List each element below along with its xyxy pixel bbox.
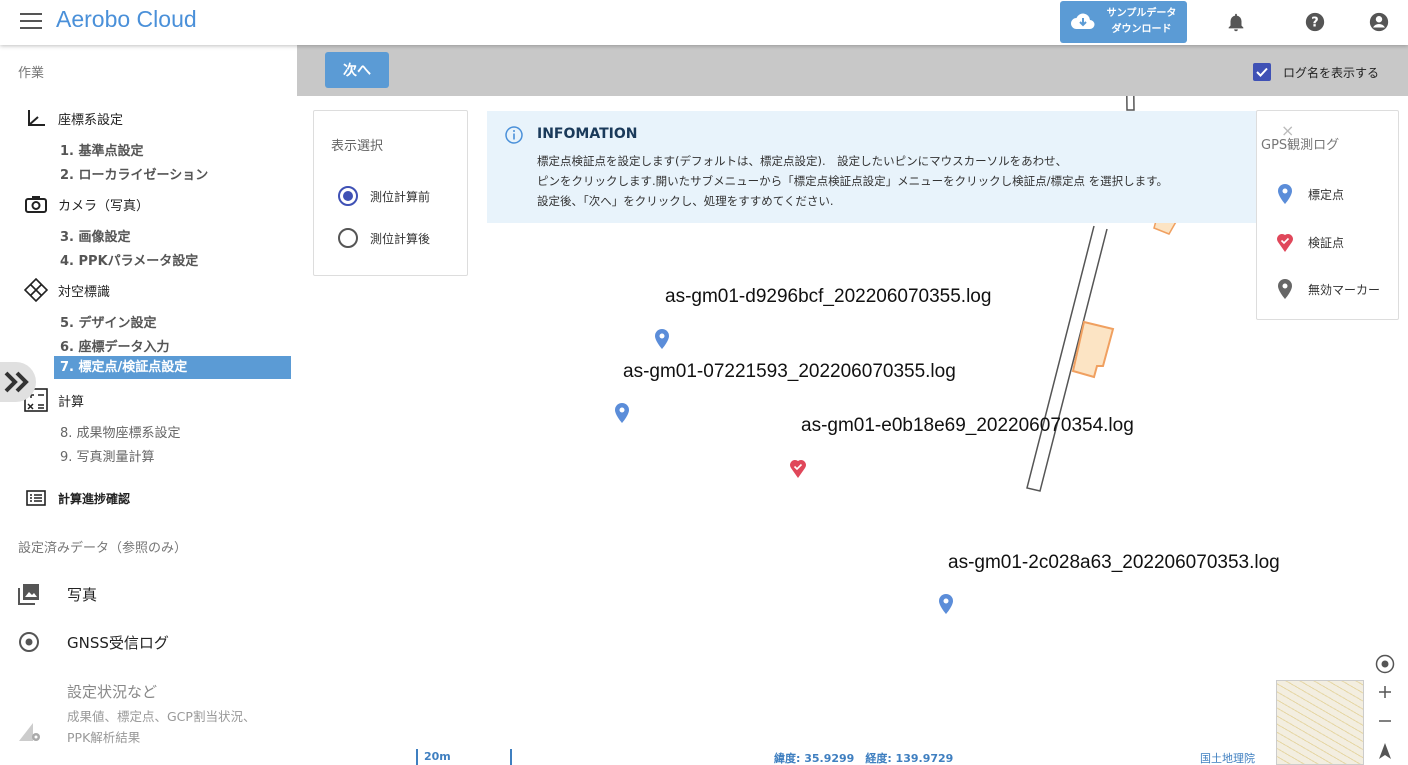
ref-item-gnss-log[interactable]: GNSS受信ログ: [18, 631, 169, 653]
info-icon: [505, 126, 523, 144]
control-point-pin-icon: [1278, 184, 1292, 204]
gnss-icon: [19, 632, 39, 652]
menu-icon[interactable]: [20, 13, 42, 31]
bell-icon[interactable]: [1225, 11, 1247, 33]
legend-label: 無効マーカー: [1308, 282, 1381, 297]
step-control-check-points[interactable]: 7. 標定点/検証点設定: [54, 356, 291, 379]
step-localization[interactable]: 2. ローカライゼーション: [60, 164, 208, 183]
step-base-point[interactable]: 1. 基準点設定: [60, 140, 144, 159]
double-chevron-icon: [4, 371, 29, 393]
app-title[interactable]: Aerobo Cloud: [56, 6, 197, 33]
coordinates-readout: 緯度: 35.9299 経度: 139.9729: [774, 752, 954, 765]
sample-button-line1: サンプルデータ: [1106, 8, 1177, 19]
action-toolbar: 次へ ログ名を表示する: [297, 45, 1408, 96]
check-point-pin-icon: [1277, 234, 1293, 252]
ref-label: 設定状況など: [67, 683, 158, 701]
next-button[interactable]: 次へ: [325, 52, 389, 88]
zoom-in-icon[interactable]: [1374, 681, 1396, 703]
radio-label: 測位計算後: [370, 231, 431, 246]
help-icon[interactable]: ?: [1304, 11, 1326, 33]
step-photogrammetry[interactable]: 9. 写真測量計算: [60, 446, 155, 465]
sample-button-line2: ダウンロード: [1111, 24, 1172, 35]
ref-label: GNSS受信ログ: [67, 633, 169, 652]
radio-after-positioning[interactable]: 測位計算後: [338, 228, 430, 248]
legend-label: 検証点: [1308, 235, 1345, 250]
sample-data-download-button[interactable]: サンプルデータ ダウンロード: [1060, 1, 1187, 43]
ref-sub-line1: 成果値、標定点、GCP割当状況、: [67, 709, 256, 724]
control-point-pin-icon[interactable]: [614, 402, 630, 424]
radio-unselected-icon[interactable]: [338, 228, 358, 248]
map-status-bar: 20m 緯度: 35.9299 経度: 139.9729 国土地理院: [297, 745, 1408, 765]
legend-item-check-point: 検証点: [1277, 231, 1344, 253]
info-line3: 設定後、「次へ」をクリックし、処理をすすめてください.: [537, 194, 834, 208]
log-label: as-gm01-07221593_202206070355.log: [623, 361, 956, 382]
log-label: as-gm01-2c028a63_202206070353.log: [948, 552, 1280, 573]
radio-label: 測位計算前: [370, 189, 431, 204]
list-icon: [26, 490, 46, 506]
step-coordinate-input[interactable]: 6. 座標データ入力: [60, 336, 170, 355]
display-panel-title: 表示選択: [331, 139, 384, 154]
group-label: 計算: [58, 394, 85, 410]
step-ppk-parameters[interactable]: 4. PPKパラメータ設定: [60, 250, 198, 269]
legend-item-invalid-marker: 無効マーカー: [1277, 278, 1380, 300]
show-log-label: ログ名を表示する: [1283, 65, 1380, 80]
reference-section-title: 設定済みデータ（参照のみ）: [18, 541, 188, 556]
info-line1: 標定点検証点を設定します(デフォルトは、標定点設定). 設定したいピンにマウスカ…: [537, 154, 1068, 168]
sidebar-group-coordinate-system[interactable]: 座標系設定: [24, 107, 123, 129]
invalid-marker-pin-icon: [1278, 279, 1292, 299]
ref-label: 写真: [67, 585, 98, 604]
group-label: カメラ（写真）: [58, 198, 150, 214]
group-label: 計算進捗確認: [58, 491, 131, 506]
group-label: 座標系設定: [58, 112, 124, 128]
legend-label: 標定点: [1308, 187, 1345, 202]
settings-status-icon: [19, 722, 40, 741]
display-selection-panel: 表示選択 測位計算前 測位計算後: [313, 110, 468, 276]
cloud-download-icon: [1071, 13, 1095, 29]
scale-text: 20m: [424, 750, 451, 763]
legend-title: GPS観測ログ: [1261, 138, 1340, 153]
camera-icon: [25, 196, 47, 213]
gps-log-legend: × GPS観測ログ 標定点 検証点 無効マーカー: [1256, 110, 1399, 320]
show-log-name-checkbox[interactable]: ログ名を表示する: [1253, 63, 1379, 81]
axis-icon: [28, 110, 45, 126]
log-label: as-gm01-e0b18e69_202206070354.log: [801, 415, 1134, 436]
work-section-title: 作業: [18, 66, 45, 81]
legend-item-control-point: 標定点: [1277, 183, 1344, 205]
scale-bar-right: [510, 749, 512, 765]
control-point-pin-icon[interactable]: [938, 593, 954, 615]
sidebar-group-camera[interactable]: カメラ（写真）: [24, 193, 149, 215]
sidebar: 作業 座標系設定 1. 基準点設定 2. ローカライゼーション カメラ（写真） …: [0, 45, 297, 765]
sidebar-group-target[interactable]: 対空標識: [24, 278, 111, 302]
info-line2: ピンをクリックします.開いたサブメニューから「標定点検証点設定」メニューをクリッ…: [537, 174, 1169, 188]
ref-sub-line2: PPK解析結果: [67, 730, 141, 745]
control-point-pin-icon[interactable]: [654, 328, 670, 350]
check-point-pin-icon[interactable]: [790, 457, 806, 479]
map-attribution[interactable]: 国土地理院: [1200, 750, 1255, 765]
locate-icon[interactable]: [1374, 653, 1396, 675]
scale-bar-left: [416, 749, 418, 765]
information-banner: INFOMATION 標定点検証点を設定します(デフォルトは、標定点設定). 設…: [487, 111, 1297, 223]
step-image-settings[interactable]: 3. 画像設定: [60, 226, 131, 245]
step-output-coordinate-system[interactable]: 8. 成果物座標系設定: [60, 422, 181, 441]
target-icon: [24, 278, 48, 302]
app-header: Aerobo Cloud サンプルデータ ダウンロード ?: [0, 0, 1408, 45]
radio-selected-icon[interactable]: [338, 186, 358, 206]
zoom-out-icon[interactable]: [1374, 710, 1396, 732]
step-design-settings[interactable]: 5. デザイン設定: [60, 312, 157, 331]
sidebar-group-progress[interactable]: 計算進捗確認: [24, 487, 130, 509]
group-label: 対空標識: [58, 284, 111, 300]
info-title: INFOMATION: [537, 126, 638, 142]
photo-library-icon: [18, 584, 39, 605]
ref-item-settings-status[interactable]: 設定状況など 成果値、標定点、GCP割当状況、 PPK解析結果: [18, 681, 255, 746]
account-icon[interactable]: [1368, 11, 1390, 33]
checkbox-checked-icon[interactable]: [1253, 63, 1271, 81]
log-label: as-gm01-d9296bcf_202206070355.log: [665, 286, 992, 307]
svg-text:?: ?: [1311, 16, 1318, 31]
ref-item-photos[interactable]: 写真: [18, 583, 97, 605]
radio-before-positioning[interactable]: 測位計算前: [338, 186, 430, 206]
